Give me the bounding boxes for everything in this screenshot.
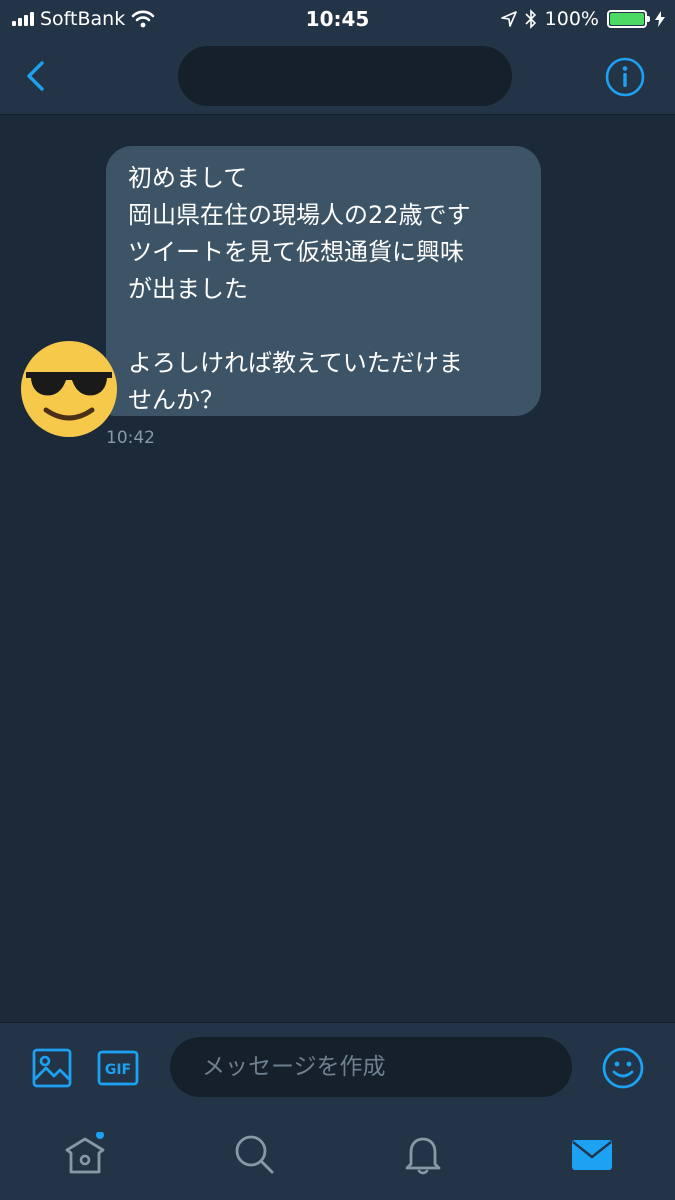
search-icon[interactable] xyxy=(232,1132,276,1176)
status-right: 100% xyxy=(500,8,665,30)
new-content-badge xyxy=(96,1132,104,1139)
battery-icon xyxy=(607,10,650,28)
message-timestamp: 10:42 xyxy=(106,428,155,448)
message-composer: GIF xyxy=(0,1022,675,1115)
gif-button[interactable]: GIF xyxy=(97,1050,139,1086)
conversation-header xyxy=(0,40,675,115)
location-arrow-icon xyxy=(500,11,517,27)
image-icon[interactable] xyxy=(32,1048,72,1088)
message-bubble[interactable]: 初めまして 岡山県在住の現場人の22歳です ツイートを見て仮想通貨に興味 が出ま… xyxy=(106,146,541,416)
battery-level-fill xyxy=(610,13,644,25)
bell-icon[interactable] xyxy=(401,1132,445,1176)
info-icon[interactable] xyxy=(605,57,645,97)
sunglasses-emoji-avatar[interactable] xyxy=(20,340,118,438)
battery-percent: 100% xyxy=(544,8,599,30)
status-bar: SoftBank 10:45 100% xyxy=(0,0,675,40)
home-icon[interactable] xyxy=(63,1132,107,1176)
bluetooth-icon xyxy=(525,9,536,29)
emoji-icon[interactable] xyxy=(602,1047,644,1089)
envelope-icon[interactable] xyxy=(570,1132,614,1176)
gif-label: GIF xyxy=(105,1062,131,1078)
back-chevron-icon[interactable] xyxy=(20,58,56,94)
charging-bolt-icon xyxy=(655,11,665,27)
message-input[interactable] xyxy=(170,1037,572,1097)
tab-bar xyxy=(0,1114,675,1200)
conversation-title-redacted xyxy=(178,46,512,106)
